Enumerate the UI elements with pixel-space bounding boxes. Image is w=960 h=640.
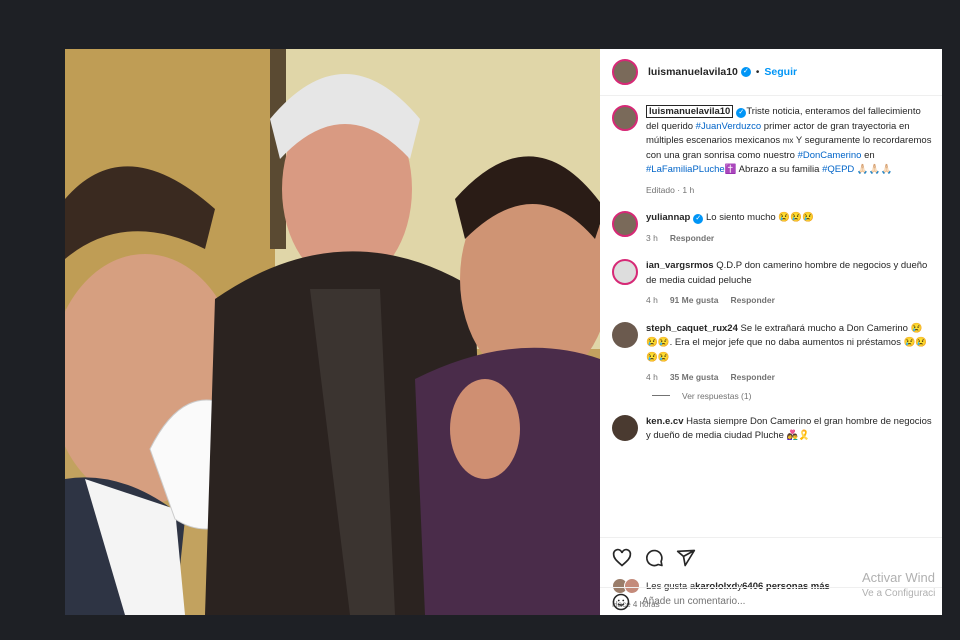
commenter-username[interactable]: yuliannap <box>646 212 690 223</box>
author-username[interactable]: luismanuelavila10 <box>648 66 738 78</box>
hashtag-link[interactable]: #LaFamiliaPLuche <box>646 164 725 175</box>
comment-text: Lo siento mucho 😢😢😢 <box>705 212 814 223</box>
comment-time: 4 h <box>646 372 658 382</box>
commenter-avatar[interactable] <box>612 414 638 441</box>
comment-likes[interactable]: 91 Me gusta <box>670 293 719 308</box>
caption-emoji: ✝️ <box>724 164 737 175</box>
hashtag-link[interactable]: #QEPD <box>822 164 854 175</box>
comment-row: ian_vargsrmos Q.D.P don camerino hombre … <box>600 245 942 308</box>
comment-row: yuliannap ✓ Lo siento mucho 😢😢😢 3 h Respon… <box>600 197 942 245</box>
windows-activation-watermark: Activar Wind Ve a Configuraci <box>862 570 935 602</box>
comment-icon[interactable] <box>644 548 664 568</box>
separator-dot: • <box>755 66 760 78</box>
caption-text: en <box>861 149 875 161</box>
view-replies-label: Ver respuestas (1) <box>682 390 752 401</box>
caption-text: Abrazo a su familia <box>736 164 823 175</box>
heart-icon[interactable] <box>612 548 632 568</box>
reply-button[interactable]: Responder <box>730 293 774 308</box>
caption-username[interactable]: luismanuelavila10 <box>646 105 734 118</box>
verified-badge-icon: ✓ <box>740 67 751 77</box>
emoji-icon[interactable] <box>612 593 630 611</box>
share-icon[interactable] <box>676 548 696 568</box>
comment-row: steph_caquet_rux24 Se le extrañará mucho… <box>600 308 942 385</box>
follow-button[interactable]: Seguir <box>764 66 797 78</box>
watermark-line2: Ve a Configuraci <box>862 588 936 599</box>
hashtag-link[interactable]: #DonCamerino <box>798 150 862 161</box>
commenter-username[interactable]: ken.e.cv <box>646 416 684 427</box>
post-photo-image <box>65 49 600 615</box>
verified-badge-icon: ✓ <box>693 214 704 224</box>
post-panel: luismanuelavila10 ✓ • Seguir luismanuela… <box>600 49 942 615</box>
hashtag-link[interactable]: #JuanVerduzco <box>696 121 762 132</box>
reply-button[interactable]: Responder <box>670 231 714 246</box>
caption-text: mx <box>782 136 794 145</box>
comment-likes[interactable]: 35 Me gusta <box>670 370 719 385</box>
comment-row: ken.e.cv Hasta siempre Don Camerino el g… <box>600 401 942 444</box>
post-photo[interactable] <box>65 49 600 615</box>
comment-time: 4 h <box>646 295 658 305</box>
commenter-avatar[interactable] <box>612 321 638 348</box>
commenter-avatar[interactable] <box>612 211 638 237</box>
comments-scroll-area[interactable]: luismanuelavila10 ✓ Triste noticia, entera… <box>600 95 942 537</box>
view-replies-button[interactable]: Ver respuestas (1) <box>652 391 942 401</box>
comment-input[interactable] <box>640 595 864 608</box>
caption-emoji: 🙏🏻🙏🏻🙏🏻 <box>854 164 893 175</box>
commenter-username[interactable]: steph_caquet_rux24 <box>646 323 738 334</box>
edited-label: Editado · 1 h <box>646 184 695 195</box>
caption-row: luismanuelavila10 ✓ Triste noticia, entera… <box>600 95 942 197</box>
author-avatar-caption[interactable] <box>612 105 638 131</box>
comment-text: Hasta siempre Don Camerino el gran hombr… <box>646 415 932 442</box>
replies-line <box>652 395 670 396</box>
watermark-line1: Activar Wind <box>862 570 935 585</box>
post-header: luismanuelavila10 ✓ • Seguir <box>600 49 942 96</box>
commenter-avatar[interactable] <box>612 259 638 285</box>
reply-button[interactable]: Responder <box>730 370 774 385</box>
verified-badge-icon: ✓ <box>736 108 747 118</box>
author-avatar[interactable] <box>612 59 638 85</box>
comment-time: 3 h <box>646 232 658 243</box>
commenter-username[interactable]: ian_vargsrmos <box>646 260 714 271</box>
